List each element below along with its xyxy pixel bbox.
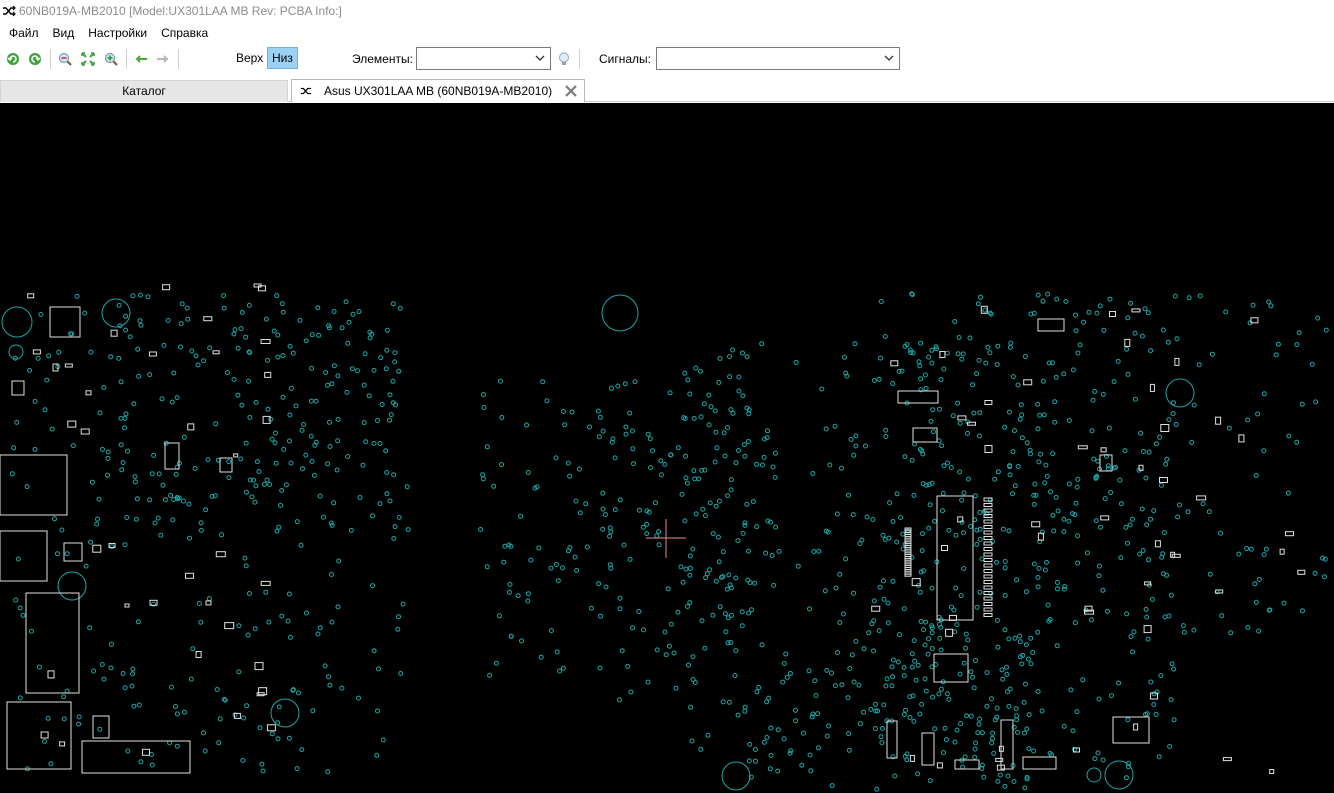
menu-view[interactable]: Вид [46, 22, 82, 44]
tab-catalog[interactable]: Каталог [0, 80, 288, 102]
shuffle-icon [300, 87, 312, 95]
fit-icon [81, 52, 95, 66]
rotate-right-button[interactable] [25, 49, 45, 69]
tab-strip: Каталог Asus UX301LAA MB (60NB019A-MB201… [0, 79, 1334, 102]
zoom-out-button[interactable] [55, 49, 75, 69]
window-title: 60NB019A-MB2010 [Model:UX301LAA MB Rev: … [19, 4, 342, 18]
toolbar-separator [178, 49, 179, 69]
back-button[interactable] [131, 49, 151, 69]
zoom-in-icon [105, 53, 118, 66]
menu-file[interactable]: Файл [2, 22, 46, 44]
menu-help[interactable]: Справка [154, 22, 215, 44]
layer-bottom-button[interactable]: Низ [267, 47, 298, 69]
tab-board-label: Asus UX301LAA MB (60NB019A-MB2010) [324, 84, 553, 98]
back-arrow-icon [135, 55, 147, 63]
rotate-left-icon [7, 53, 19, 65]
toolbar-separator [126, 49, 127, 69]
pcb-view[interactable] [0, 103, 1334, 793]
fit-button[interactable] [78, 49, 98, 69]
pcb-canvas[interactable] [0, 103, 1334, 793]
rotate-left-button[interactable] [3, 49, 23, 69]
toolbar-separator [50, 49, 51, 69]
menu-bar: Файл Вид Настройки Справка [0, 22, 1334, 44]
rotate-right-icon [29, 53, 41, 65]
highlight-button[interactable] [554, 49, 574, 69]
tab-board[interactable]: Asus UX301LAA MB (60NB019A-MB2010) [291, 79, 585, 102]
title-bar: 60NB019A-MB2010 [Model:UX301LAA MB Rev: … [0, 0, 1334, 22]
forward-arrow-icon [157, 55, 169, 63]
toolbar: Верх Низ Элементы: Сигналы: [0, 44, 1334, 74]
menu-settings[interactable]: Настройки [81, 22, 154, 44]
pin-layer [1, 291, 1329, 792]
lightbulb-icon [559, 52, 569, 65]
close-icon[interactable] [564, 84, 578, 98]
elements-label: Элементы: [352, 52, 413, 66]
crosshair-cursor [646, 519, 686, 558]
elements-combo[interactable] [416, 47, 551, 70]
zoom-in-button[interactable] [101, 49, 121, 69]
forward-button[interactable] [153, 49, 173, 69]
zoom-out-icon [59, 53, 72, 66]
signals-label: Сигналы: [599, 52, 652, 66]
chevron-down-icon [884, 55, 894, 61]
toolbar-separator [579, 49, 580, 69]
shuffle-icon [3, 5, 16, 17]
signals-combo[interactable] [656, 47, 900, 70]
layer-top-button[interactable]: Верх [232, 47, 267, 69]
chevron-down-icon [535, 55, 545, 61]
